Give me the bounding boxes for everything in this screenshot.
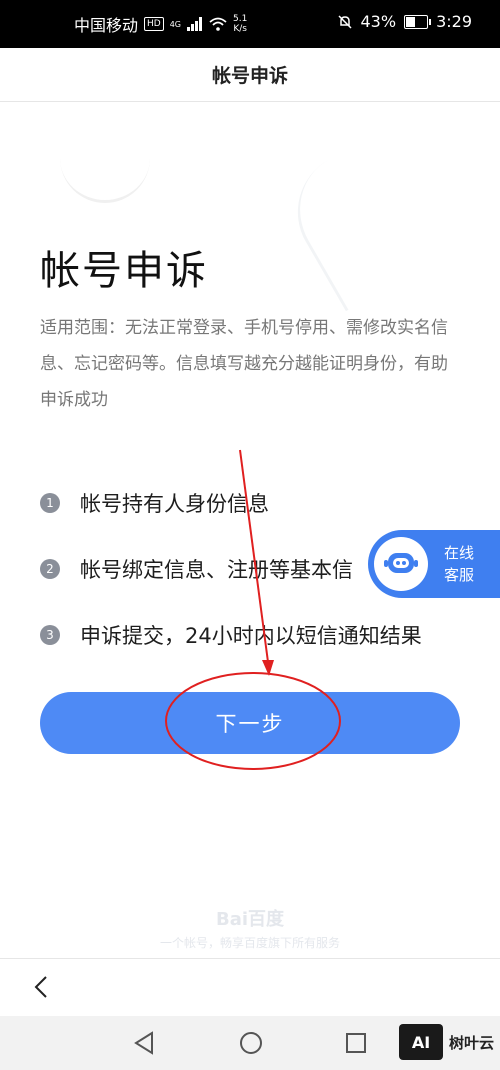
page-title: 帐号申诉: [40, 248, 208, 294]
back-arrow-icon[interactable]: [28, 973, 56, 1001]
net-speed: 5.1 K/s: [233, 14, 247, 34]
step-number: 2: [40, 559, 60, 579]
service-label-line1: 在线: [444, 544, 475, 562]
service-label-line2: 客服: [444, 566, 475, 584]
speed-value: 5.1: [233, 14, 248, 24]
baidu-logo: Bai百度: [215, 909, 285, 930]
online-service-button[interactable]: 在线 客服: [368, 530, 500, 598]
step-item: 1 帐号持有人身份信息: [40, 470, 460, 536]
battery-icon: [404, 14, 432, 29]
service-label: 在线 客服: [444, 542, 474, 586]
signal-icon: [187, 17, 203, 31]
status-bar: 中国移动 HD 4G 5.1 K/s 43% 3:29: [0, 0, 500, 48]
speed-unit: K/s: [233, 24, 247, 34]
step-text: 申诉提交，24小时内以短信通知结果: [80, 624, 422, 648]
robot-icon: [374, 537, 428, 591]
step-number: 3: [40, 625, 60, 645]
hd-icon: HD: [144, 17, 164, 31]
background-decoration: [60, 140, 150, 203]
nav-back-icon[interactable]: [132, 1030, 156, 1056]
nav-home-icon[interactable]: [238, 1030, 264, 1056]
clock: 3:29: [436, 12, 472, 31]
carrier-label: 中国移动: [74, 16, 139, 35]
nav-recent-icon[interactable]: [344, 1030, 368, 1056]
header-title: 帐号申诉: [211, 65, 288, 87]
description: 适用范围：无法正常登录、手机号停用、需修改实名信息、忘记密码等。信息填写越充分越…: [40, 318, 448, 410]
step-text: 帐号持有人身份信息: [80, 492, 269, 516]
watermark-text: 树叶云: [448, 1033, 494, 1052]
wifi-icon: [209, 17, 227, 31]
browser-toolbar: [0, 958, 500, 1017]
background-decoration: [275, 108, 488, 312]
status-right: 43% 3:29: [337, 12, 472, 31]
network-type: 4G: [169, 19, 182, 29]
step-item: 3 申诉提交，24小时内以短信通知结果: [40, 602, 460, 668]
battery-percent: 43%: [360, 12, 397, 31]
watermark-badge: AI: [398, 1024, 443, 1060]
page-header: 帐号申诉: [0, 48, 500, 102]
step-text: 帐号绑定信息、注册等基本信: [80, 558, 353, 582]
step-number: 1: [40, 493, 60, 513]
status-left: 中国移动 HD 4G 5.1 K/s: [74, 12, 247, 36]
footer-slogan: 一个帐号，畅享百度旗下所有服务: [159, 936, 340, 950]
mute-bell-icon: [337, 14, 352, 29]
next-step-label: 下一步: [215, 712, 285, 736]
next-step-button[interactable]: 下一步: [40, 692, 460, 754]
watermark: AI 树叶云: [398, 1024, 494, 1060]
